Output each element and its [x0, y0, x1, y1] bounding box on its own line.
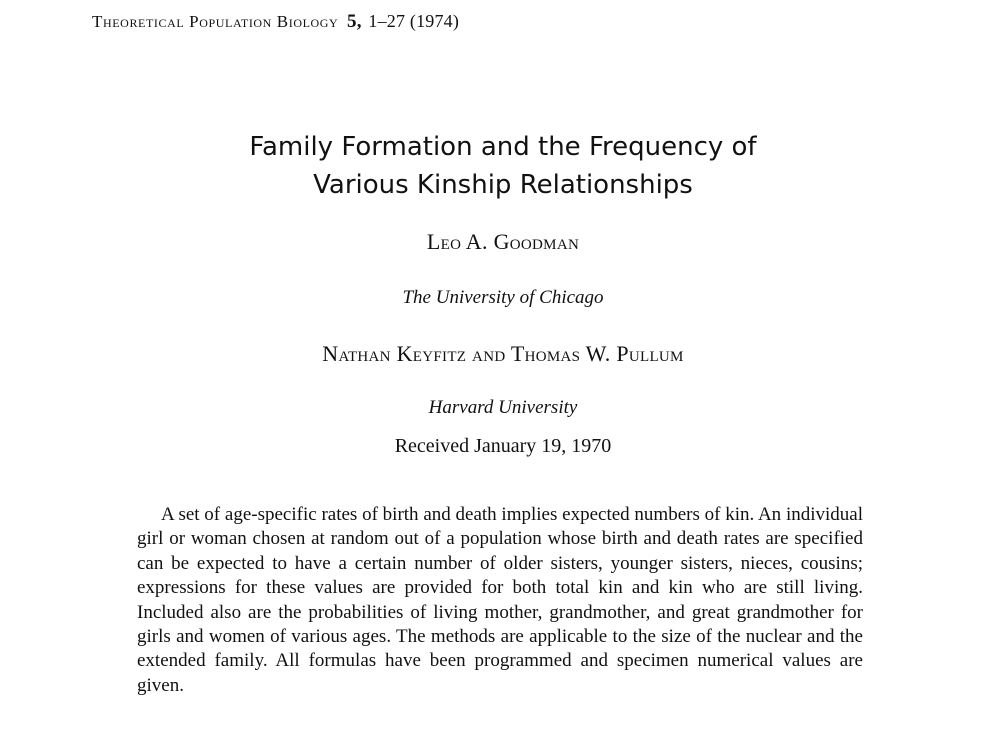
paper-title-line-2: Various Kinship Relationships	[313, 170, 693, 200]
author-keyfitz-pullum: Nathan Keyfitz and Thomas W. Pullum	[322, 341, 684, 366]
abstract-paragraph: A set of age-specific rates of birth and…	[137, 504, 863, 696]
author-leo-goodman: Leo A. Goodman	[426, 229, 580, 254]
affiliation-university-of-chicago: The University of Chicago	[402, 287, 604, 308]
affiliation-harvard-university: Harvard University	[428, 397, 578, 418]
paper-title-line-1: Family Formation and the Frequency of	[249, 132, 757, 162]
paper-title: Family Formation and the Frequency of Va…	[0, 128, 1006, 204]
journal-volume: 5,	[347, 11, 362, 32]
journal-name: Theoretical Population Biology	[92, 12, 339, 31]
journal-pages-year: 1–27 (1974)	[368, 11, 460, 31]
received-date: Received January 19, 1970	[394, 435, 612, 457]
journal-header: Theoretical Population Biology 5, 1–27 (…	[92, 11, 459, 33]
